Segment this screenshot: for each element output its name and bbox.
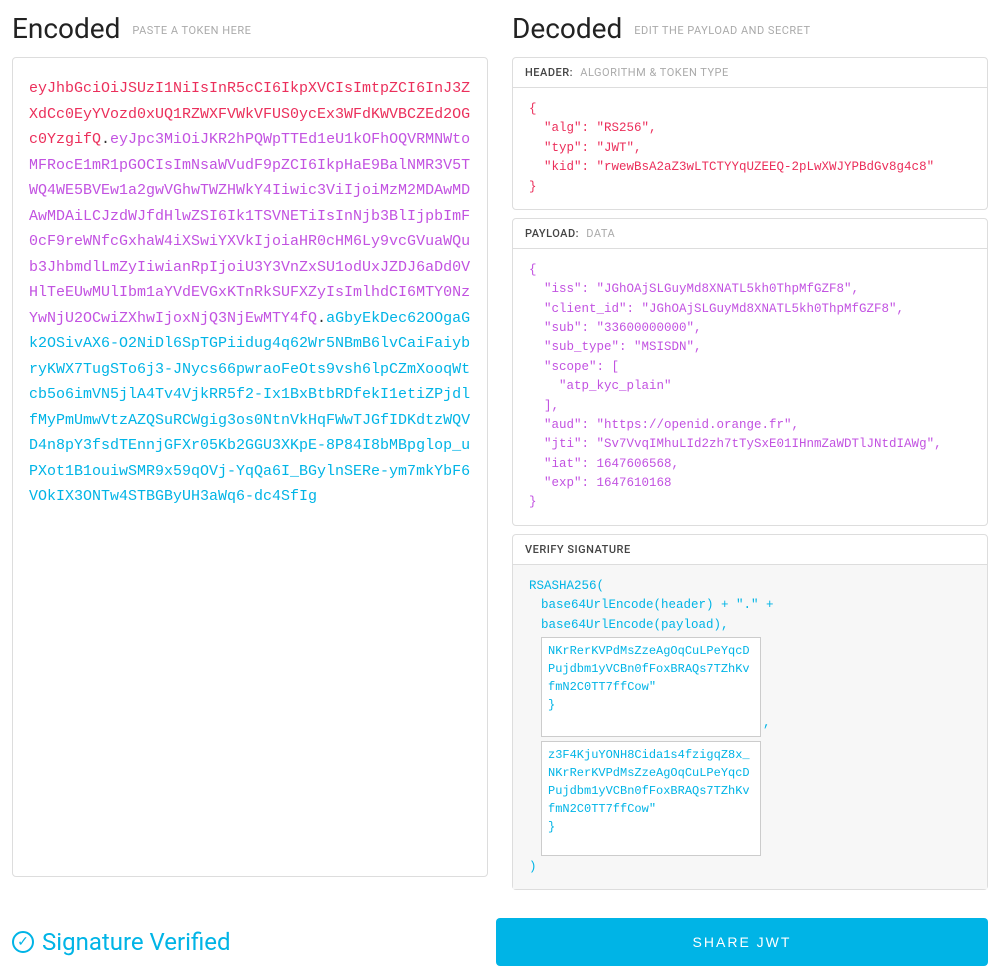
- payload-panel-body[interactable]: { "iss": "JGhOAjSLGuyMd8XNATL5kh0ThpMfGZ…: [513, 249, 987, 525]
- header-panel: HEADER: ALGORITHM & TOKEN TYPE { "alg": …: [512, 57, 988, 210]
- encoded-title-row: Encoded PASTE A TOKEN HERE: [12, 12, 488, 45]
- header-panel-head: HEADER: ALGORITHM & TOKEN TYPE: [513, 58, 987, 88]
- token-dot-2: .: [317, 310, 326, 327]
- decoded-title-row: Decoded EDIT THE PAYLOAD AND SECRET: [512, 12, 988, 45]
- verify-panel: VERIFY SIGNATURE RSASHA256( base64UrlEnc…: [512, 534, 988, 891]
- token-dot-1: .: [101, 131, 110, 148]
- sig-payload-line: base64UrlEncode(payload),: [541, 616, 971, 635]
- public-key-textarea[interactable]: [541, 637, 761, 737]
- header-panel-label: HEADER:: [525, 66, 573, 79]
- verify-panel-label: VERIFY SIGNATURE: [525, 543, 631, 556]
- verify-panel-body: RSASHA256( base64UrlEncode(header) + "."…: [513, 565, 987, 890]
- header-panel-sub: ALGORITHM & TOKEN TYPE: [580, 66, 728, 79]
- decoded-title: Decoded: [512, 12, 622, 45]
- sig-header-line: base64UrlEncode(header) + "." +: [541, 596, 971, 615]
- share-jwt-button[interactable]: SHARE JWT: [496, 918, 988, 966]
- signature-status-text: Signature Verified: [42, 928, 231, 956]
- encoded-token-box[interactable]: eyJhbGciOiJSUzI1NiIsInR5cCI6IkpXVCIsImtp…: [12, 57, 488, 877]
- payload-panel-label: PAYLOAD:: [525, 227, 579, 240]
- signature-status: ✓ Signature Verified: [12, 928, 472, 956]
- sig-algo-line: RSASHA256(: [529, 577, 971, 596]
- check-circle-icon: ✓: [12, 931, 34, 953]
- token-signature-segment: aGbyEkDec62OOgaGk2OSivAX6-O2NiDl6SpTGPii…: [29, 310, 470, 506]
- payload-panel: PAYLOAD: DATA { "iss": "JGhOAjSLGuyMd8XN…: [512, 218, 988, 526]
- verify-panel-head: VERIFY SIGNATURE: [513, 535, 987, 565]
- sig-comma: ,: [763, 714, 771, 733]
- encoded-title: Encoded: [12, 12, 120, 45]
- header-panel-body[interactable]: { "alg": "RS256", "typ": "JWT", "kid": "…: [513, 88, 987, 209]
- private-key-textarea[interactable]: [541, 741, 761, 856]
- decoded-subtitle: EDIT THE PAYLOAD AND SECRET: [634, 24, 810, 37]
- bottom-row: ✓ Signature Verified SHARE JWT: [12, 918, 988, 966]
- decoded-column: Decoded EDIT THE PAYLOAD AND SECRET HEAD…: [512, 12, 988, 898]
- token-payload-segment: eyJpc3MiOiJKR2hPQWpTTEd1eU1kOFhOQVRMNWto…: [29, 131, 470, 327]
- sig-close-paren: ): [529, 858, 971, 877]
- main-container: Encoded PASTE A TOKEN HERE eyJhbGciOiJSU…: [12, 12, 988, 898]
- payload-panel-head: PAYLOAD: DATA: [513, 219, 987, 249]
- encoded-column: Encoded PASTE A TOKEN HERE eyJhbGciOiJSU…: [12, 12, 488, 898]
- payload-panel-sub: DATA: [586, 227, 615, 240]
- encoded-subtitle: PASTE A TOKEN HERE: [132, 24, 251, 37]
